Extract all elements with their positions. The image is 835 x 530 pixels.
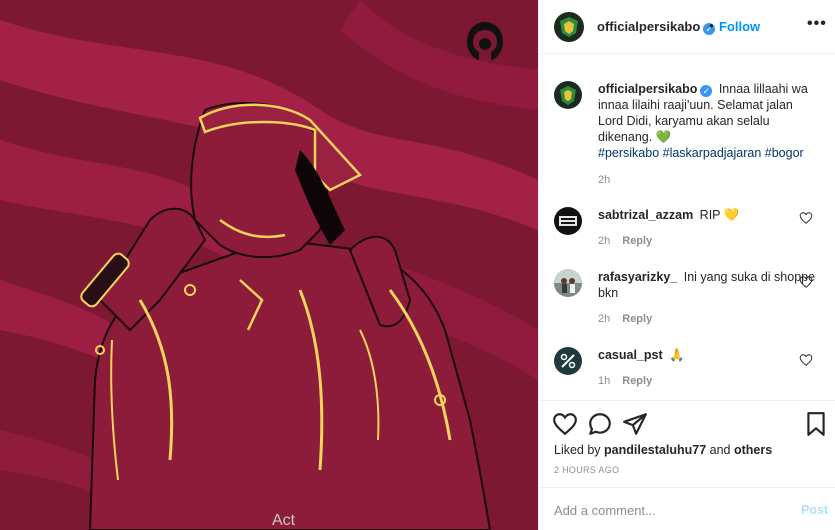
like-comment-icon[interactable] <box>799 353 813 367</box>
comment-text: rafasyarizky_ Ini yang suka di shoppe bk… <box>598 270 816 300</box>
separator-dot: • <box>709 18 714 33</box>
more-options-icon[interactable]: ••• <box>807 16 827 32</box>
reply-button[interactable]: Reply <box>622 375 652 387</box>
add-comment-bar: Post <box>539 487 835 530</box>
comment-text: sabtrizal_azzam RIP 💛 <box>598 208 740 222</box>
comment-username[interactable]: sabtrizal_azzam <box>598 208 693 222</box>
save-icon[interactable] <box>803 411 829 437</box>
likes-summary: Liked by pandilestaluhu77 and others <box>554 443 773 457</box>
comment-meta: 2h Reply <box>598 235 653 247</box>
post-image[interactable] <box>0 0 538 530</box>
post-actions: Liked by pandilestaluhu77 and others 2 H… <box>539 400 835 486</box>
share-icon[interactable] <box>622 411 648 437</box>
post-timestamp: 2 HOURS AGO <box>554 465 620 475</box>
post-comment-button[interactable]: Post <box>801 503 828 517</box>
comment-text: casual_pst 🙏 <box>598 348 685 362</box>
caption-time: 2h <box>598 174 611 186</box>
activation-watermark: Act <box>272 512 296 529</box>
caption-hashtags[interactable]: #persikabo #laskarpadjajaran #bogor <box>598 146 804 160</box>
comment-list[interactable]: officialpersikabo ✓ Innaa lillaahi wa inn… <box>539 55 835 399</box>
like-icon[interactable] <box>552 411 578 437</box>
like-comment-icon[interactable] <box>799 211 813 225</box>
likes-others-link[interactable]: others <box>734 443 772 457</box>
post-header: officialpersikabo ✓ • Follow ••• <box>539 0 835 54</box>
caption-avatar[interactable] <box>554 81 582 109</box>
comment-input[interactable] <box>554 500 784 520</box>
caption-username[interactable]: officialpersikabo ✓ <box>598 82 713 97</box>
author-avatar[interactable] <box>554 12 584 42</box>
comment-username[interactable]: rafasyarizky_ <box>598 270 677 284</box>
reply-button[interactable]: Reply <box>622 313 652 325</box>
commenter-avatar[interactable] <box>554 347 582 375</box>
avatar-image-icon <box>559 216 577 226</box>
comment-meta: 2h Reply <box>598 313 653 325</box>
post-side-panel: officialpersikabo ✓ • Follow ••• official… <box>538 0 835 530</box>
like-comment-icon[interactable] <box>799 275 813 289</box>
avatar-image-icon <box>560 353 576 369</box>
singer-illustration <box>0 0 538 530</box>
persikabo-logo-icon <box>560 86 576 105</box>
commenter-avatar[interactable] <box>554 269 582 297</box>
comment-meta: 1h Reply <box>598 375 653 387</box>
caption-text: officialpersikabo ✓ Innaa lillaahi wa inn… <box>598 81 816 161</box>
reply-button[interactable]: Reply <box>622 235 652 247</box>
verified-icon: ✓ <box>700 85 713 97</box>
persikabo-logo-icon <box>560 17 578 37</box>
commenter-avatar[interactable] <box>554 207 582 235</box>
follow-button[interactable]: Follow <box>719 19 760 34</box>
avatar-image-icon <box>554 269 582 297</box>
comment-icon[interactable] <box>587 411 613 437</box>
comment-username[interactable]: casual_pst <box>598 348 663 362</box>
author-username[interactable]: officialpersikabo ✓ <box>597 19 716 35</box>
liker-username[interactable]: pandilestaluhu77 <box>604 443 706 457</box>
